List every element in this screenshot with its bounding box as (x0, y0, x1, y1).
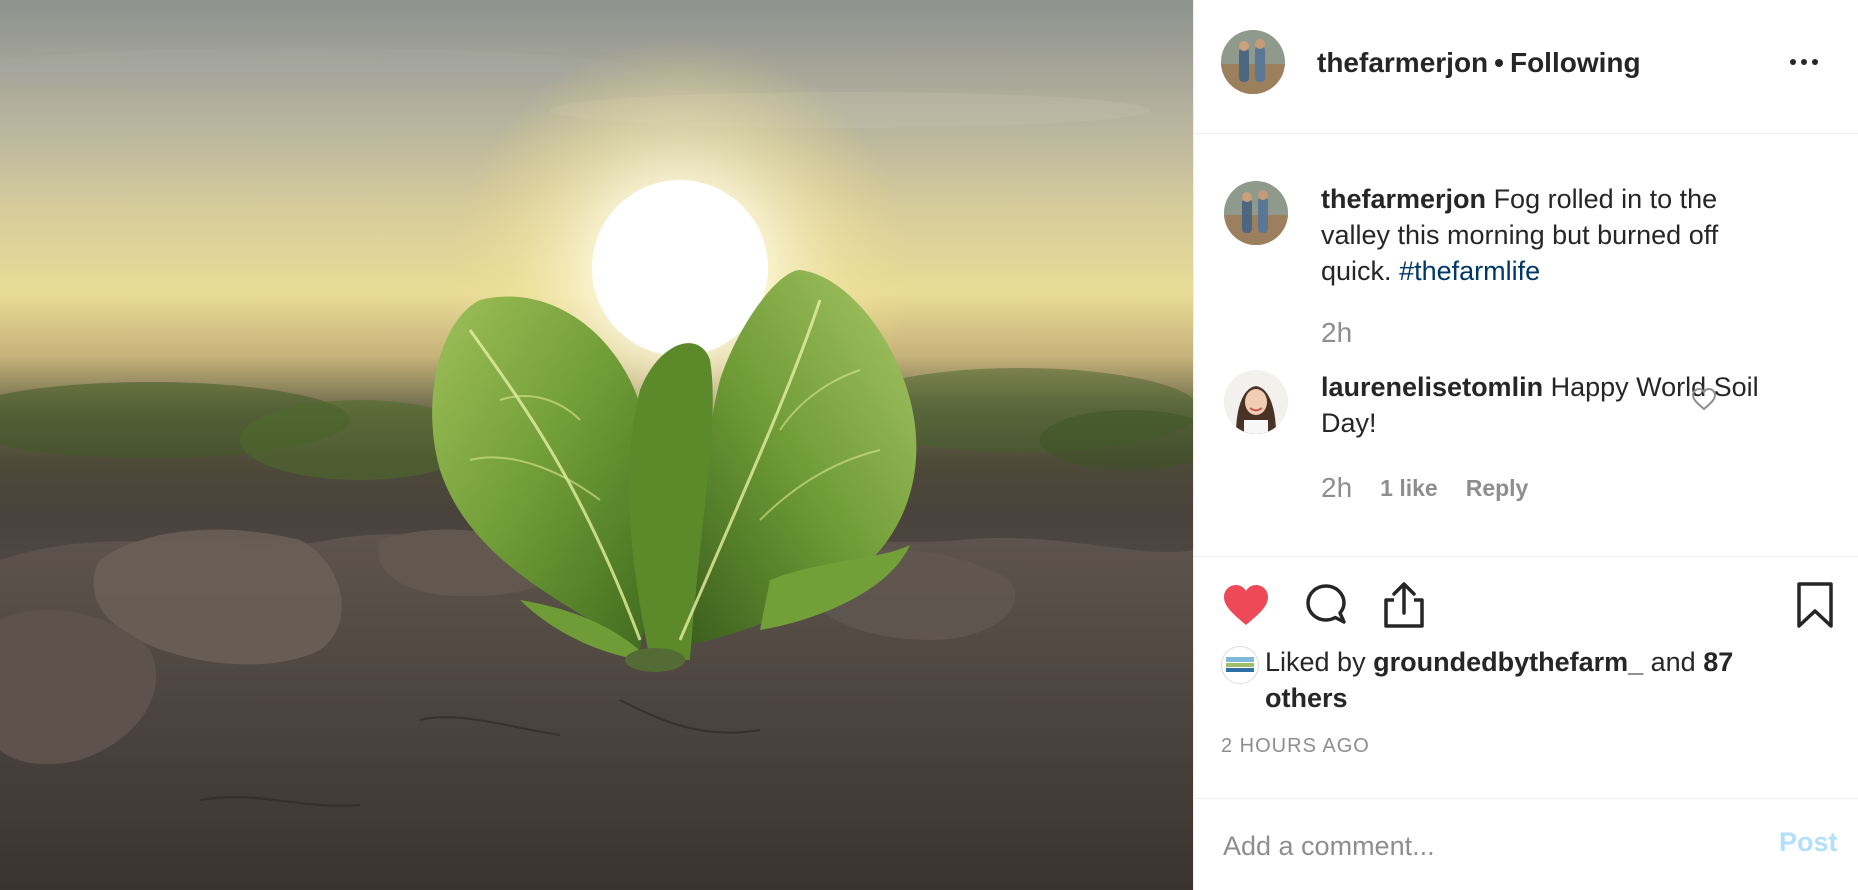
comment-likes[interactable]: 1 like (1380, 475, 1438, 502)
post-button[interactable]: Post (1779, 827, 1838, 858)
caption-hashtag[interactable]: #thefarmlife (1399, 256, 1540, 286)
liker-avatar[interactable] (1221, 646, 1259, 684)
action-bar-divider (1194, 556, 1858, 558)
post-container: thefarmerjon•Following thefarmerjon Fo (0, 0, 1858, 890)
liked-by-connector: and (1650, 647, 1696, 677)
photo-artwork (0, 40, 1193, 890)
reply-button[interactable]: Reply (1466, 475, 1529, 502)
liked-by-label: Liked by (1265, 647, 1366, 677)
avatar[interactable] (1221, 30, 1285, 94)
heart-outline-icon[interactable] (1691, 387, 1717, 416)
comment-form: Post (1194, 798, 1858, 890)
following-button[interactable]: Following (1510, 47, 1641, 78)
post-header: thefarmerjon • Following (1194, 0, 1858, 134)
more-icon[interactable] (1784, 44, 1824, 80)
comment-icon[interactable] (1302, 582, 1350, 635)
post-photo[interactable] (0, 0, 1193, 890)
comment-avatar[interactable] (1224, 370, 1288, 434)
separator-dot: • (1494, 47, 1504, 78)
caption-avatar[interactable] (1224, 181, 1288, 245)
header-username-row: thefarmerjon • Following (1317, 47, 1641, 79)
liked-by-user[interactable]: groundedbythefarm_ (1373, 647, 1643, 677)
caption-time[interactable]: 2h (1321, 317, 1352, 349)
likes-summary: Liked by groundedbythefarm_ and 87 other… (1221, 644, 1765, 716)
comment-input[interactable] (1221, 823, 1725, 869)
bookmark-icon[interactable] (1795, 581, 1835, 634)
caption-username[interactable]: thefarmerjon (1321, 184, 1486, 214)
comment-meta: 2h 1 like Reply (1321, 470, 1528, 506)
share-icon[interactable] (1380, 580, 1428, 635)
likes-text: Liked by groundedbythefarm_ and 87 other… (1265, 644, 1765, 716)
comment-username[interactable]: laurenelisetomlin (1321, 372, 1543, 402)
comment-time[interactable]: 2h (1321, 472, 1352, 504)
header-username[interactable]: thefarmerjon (1317, 47, 1488, 78)
caption-text: thefarmerjon Fog rolled in to the valley… (1321, 181, 1791, 289)
post-timestamp[interactable]: 2 HOURS AGO (1221, 735, 1370, 758)
heart-icon[interactable] (1221, 582, 1271, 633)
post-side-panel: thefarmerjon•Following thefarmerjon Fo (1193, 0, 1858, 890)
